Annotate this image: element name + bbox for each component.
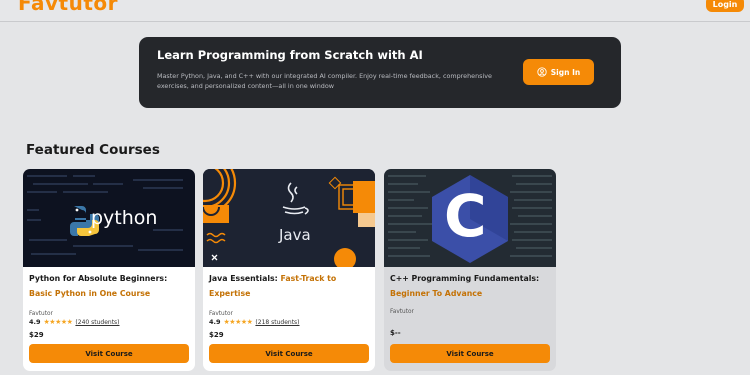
python-course-thumbnail: python [23,169,195,267]
student-count-link[interactable]: (218 students) [255,319,299,326]
course-provider: Favtutor [390,309,414,315]
course-price: $29 [29,331,44,339]
java-course-thumbnail: Java [203,169,375,267]
course-provider: Favtutor [29,311,53,317]
visit-course-button[interactable]: Visit Course [390,344,550,363]
course-price: $29 [209,331,224,339]
login-button[interactable]: Login [706,0,744,12]
top-navbar: Favtutor Login [0,0,750,22]
favtutor-logo[interactable]: Favtutor [18,0,118,15]
course-provider: Favtutor [209,311,233,317]
star-rating-icon: ★★★★★ [43,318,73,326]
rating-score: 4.9 [29,318,41,326]
student-count-link[interactable]: (240 students) [75,319,119,326]
course-title[interactable]: C++ Programming Fundamentals: Beginner T… [390,271,552,301]
course-card-cpp[interactable]: C C++ Programming Fundamentals: Beginner… [384,169,556,371]
course-title[interactable]: Python for Absolute Beginners: Basic Pyt… [29,271,191,301]
course-card-java[interactable]: Java Java Essentials: Fast-Track to Expe… [203,169,375,371]
hero-description: Master Python, Java, and C++ with our in… [157,72,492,90]
hero-title: Learn Programming from Scratch with AI [157,48,423,62]
sign-in-button[interactable]: Sign In [523,59,594,85]
star-rating-icon: ★★★★★ [223,318,253,326]
user-circle-icon [537,67,547,77]
course-card-python[interactable]: python Python for Absolute Beginners: Ba… [23,169,195,371]
visit-course-button[interactable]: Visit Course [209,344,369,363]
course-title[interactable]: Java Essentials: Fast-Track to Expertise [209,271,371,301]
rating-score: 4.9 [209,318,221,326]
featured-courses-heading: Featured Courses [26,142,160,158]
cpp-logo-letter: C [444,182,487,250]
course-rating: 4.9 ★★★★★ (240 students) [29,318,120,326]
cpp-course-thumbnail: C [384,169,556,267]
java-wordmark: Java [279,226,311,244]
course-price: $-- [390,329,401,337]
sign-in-label: Sign In [550,67,581,77]
python-wordmark: python [91,207,158,229]
course-rating: 4.9 ★★★★★ (218 students) [209,318,300,326]
visit-course-button[interactable]: Visit Course [29,344,189,363]
hero-banner: Learn Programming from Scratch with AI M… [139,37,621,108]
